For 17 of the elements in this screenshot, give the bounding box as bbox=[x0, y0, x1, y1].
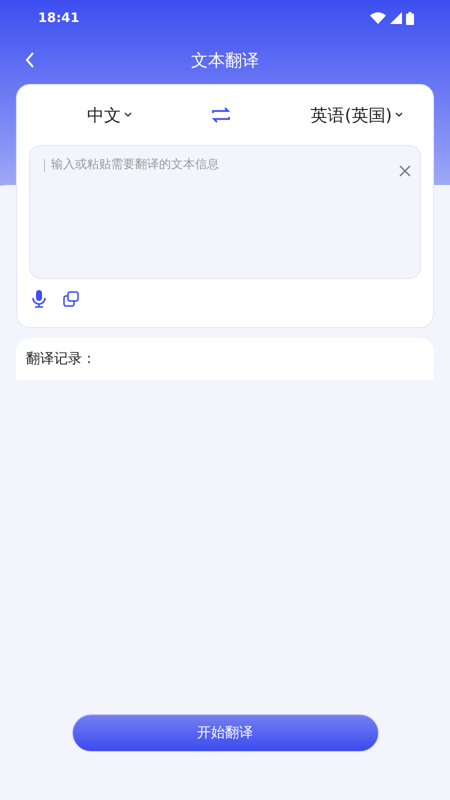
microphone-icon[interactable] bbox=[31, 290, 47, 308]
page-title: 文本翻译 bbox=[191, 50, 259, 72]
signal-icon bbox=[390, 12, 402, 24]
wifi-icon bbox=[370, 12, 386, 24]
target-language-dropdown[interactable]: 英语(英国) bbox=[310, 104, 403, 126]
status-time: 18:41 bbox=[38, 10, 80, 26]
close-icon[interactable] bbox=[398, 164, 412, 178]
caret-icon bbox=[124, 112, 132, 118]
copy-icon[interactable] bbox=[63, 291, 79, 307]
battery-icon bbox=[406, 12, 414, 24]
history-title: 翻译记录： bbox=[26, 350, 96, 368]
back-icon[interactable] bbox=[25, 52, 35, 68]
source-language-dropdown[interactable]: 中文 bbox=[87, 104, 132, 126]
text-input-field[interactable]: 输入或粘贴需要翻译的文本信息 bbox=[51, 156, 406, 174]
caret-icon bbox=[394, 112, 403, 118]
swap-icon[interactable] bbox=[210, 107, 232, 123]
start-translate-button[interactable]: 开始翻译 bbox=[72, 714, 378, 752]
